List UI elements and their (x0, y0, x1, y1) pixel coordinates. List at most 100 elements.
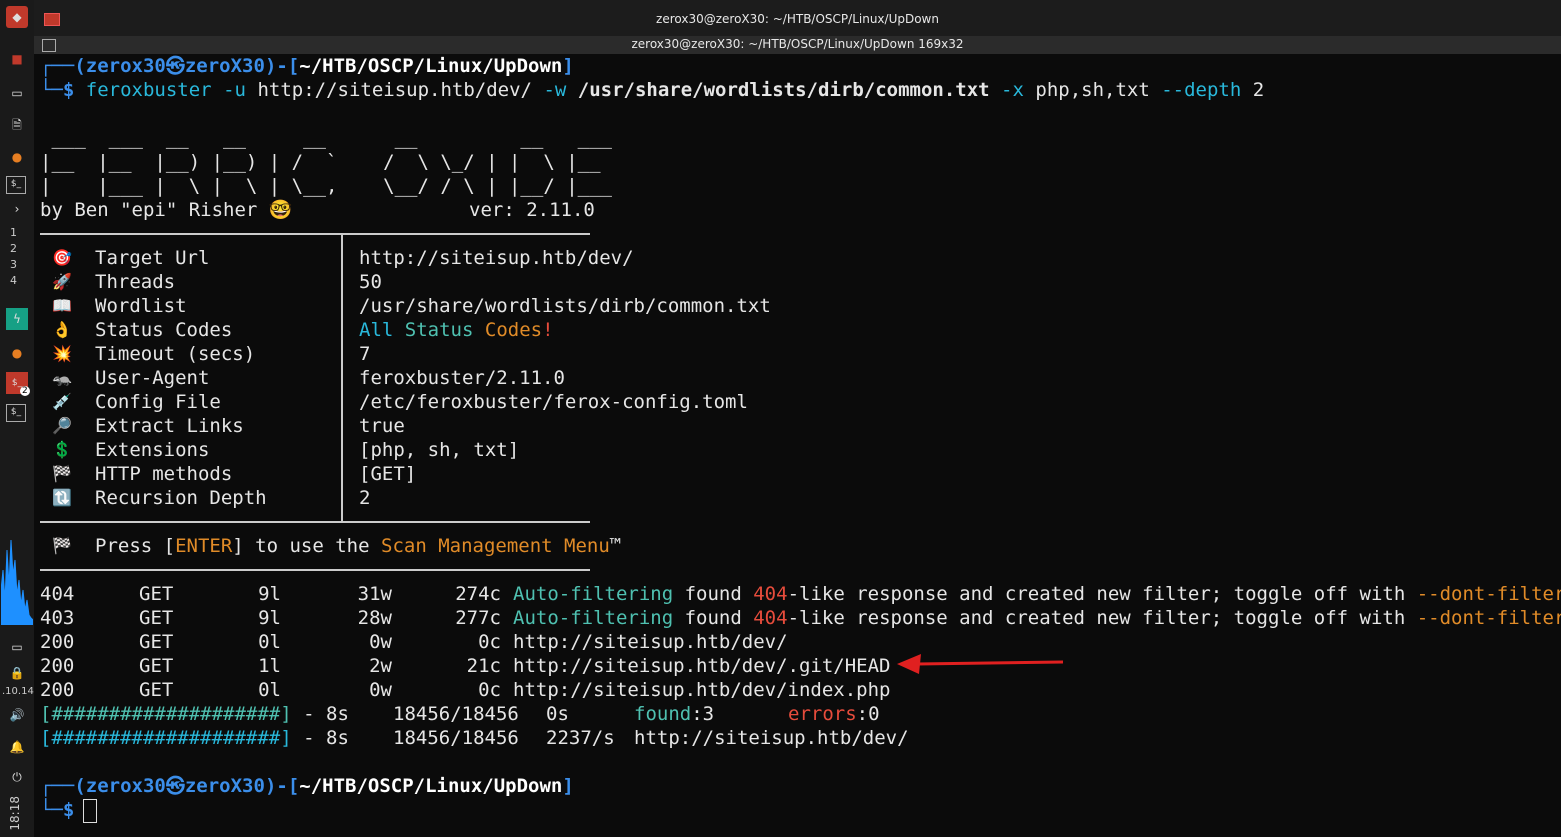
result-url[interactable]: http://siteisup.htb/dev/.git/HEAD (513, 654, 891, 678)
progress-line-1: [####################] - 8s (40, 703, 349, 725)
bolt-app-icon[interactable]: ϟ (6, 308, 28, 330)
config-value: All Status Codes! (359, 319, 554, 341)
square-app-icon[interactable]: ■ (6, 48, 28, 70)
config-label: User-Agent (95, 367, 210, 389)
result-message: Auto-filtering found 404-like response a… (513, 607, 1561, 629)
result-words: 0w (369, 679, 392, 701)
config-icon: 🔎 (52, 416, 72, 435)
result-chars: 274c (455, 583, 501, 605)
result-lines: 9l (258, 607, 281, 629)
config-value: feroxbuster/2.11.0 (359, 367, 565, 389)
config-icon: 🦡 (52, 368, 72, 387)
workspace-1[interactable]: 1 (10, 226, 17, 239)
config-label: HTTP methods (95, 463, 233, 485)
config-icon: 📖 (52, 296, 72, 315)
config-label: Config File (95, 391, 221, 413)
config-icon: 👌 (52, 320, 72, 339)
result-lines: 1l (258, 655, 281, 677)
result-url[interactable]: http://siteisup.htb/dev/ (513, 630, 788, 654)
config-value: 50 (359, 271, 382, 293)
file-manager-icon[interactable]: ▭ (6, 82, 28, 104)
result-method: GET (139, 631, 174, 653)
config-label: Timeout (secs) (95, 343, 256, 365)
clock: 18:18 (8, 796, 22, 831)
window-title: zerox30@zeroX30: ~/HTB/OSCP/Linux/UpDown (656, 12, 939, 26)
progress-url-2: http://siteisup.htb/dev/ (634, 727, 909, 749)
taskbar: ◆ ■ ▭ 🗎 ● $_ › 1 2 3 4 ϟ ● $_ 2 $_ ▭ 🔒 .… (0, 0, 35, 837)
result-status-code: 404 (40, 583, 75, 605)
found-count: found:3 (634, 703, 715, 725)
config-icon: 🚀 (52, 272, 72, 291)
banner-author: by Ben "epi" Risher 🤓 (40, 199, 293, 221)
config-value: 7 (359, 343, 371, 365)
result-words: 28w (357, 607, 392, 629)
annotation-arrow-icon (897, 654, 1064, 674)
result-chars: 0c (478, 679, 501, 701)
result-method: GET (139, 583, 174, 605)
notification-bell-icon[interactable]: 🔔 (6, 736, 28, 758)
banner-art-2: |__ |__ |__) |__) | / ` / \ \_/ | | \ |_… (40, 151, 601, 173)
config-value: [php, sh, txt] (359, 439, 520, 461)
press-enter-hint: Press [ENTER] to use the Scan Management… (95, 535, 622, 557)
divider-vertical (341, 235, 343, 521)
ip-address: .10.14 (2, 686, 34, 697)
config-label: Extract Links (95, 415, 244, 437)
result-status-code: 403 (40, 607, 75, 629)
result-lines: 9l (258, 583, 281, 605)
config-label: Status Codes (95, 319, 233, 341)
terminal-icon[interactable]: $_ (6, 176, 26, 194)
banner-art-1: ___ ___ __ __ __ __ __ ___ (40, 127, 612, 149)
progress-line-2: [####################] - 8s (40, 727, 349, 749)
result-words: 31w (357, 583, 392, 605)
lock-icon[interactable]: 🔒 (6, 662, 28, 684)
result-method: GET (139, 607, 174, 629)
workspace-4[interactable]: 4 (10, 274, 17, 287)
config-value: /etc/feroxbuster/ferox-config.toml (359, 391, 748, 413)
result-chars: 0c (478, 631, 501, 653)
prompt-line-2: ┌──(zerox30㉿zeroX30)-[~/HTB/OSCP/Linux/U… (40, 775, 574, 797)
firefox-icon[interactable]: ● (6, 146, 28, 168)
result-words: 2w (369, 655, 392, 677)
command-line: └─$ feroxbuster -u http://siteisup.htb/d… (40, 79, 1265, 101)
result-url[interactable]: http://siteisup.htb/dev/index.php (513, 678, 891, 702)
firefox-window-icon[interactable]: ● (6, 342, 28, 364)
input-line[interactable]: └─$ (40, 798, 74, 822)
workspace-3[interactable]: 3 (10, 258, 17, 271)
result-chars: 21c (466, 655, 501, 677)
divider-middle (40, 521, 590, 523)
result-method: GET (139, 679, 174, 701)
config-label: Recursion Depth (95, 487, 267, 509)
result-status-code: 200 (40, 655, 75, 677)
config-value: http://siteisup.htb/dev/ (359, 247, 634, 269)
document-icon[interactable]: 🗎 (6, 114, 28, 136)
window-count-badge: 2 (20, 386, 30, 396)
banner-art-3: | |___ | \ | \ | \__, \__/ / \ | |__/ |_… (40, 175, 612, 197)
config-label: Target Url (95, 247, 210, 269)
flag-icon: 🏁 (52, 536, 72, 555)
workspace-2[interactable]: 2 (10, 242, 17, 255)
config-label: Threads (95, 271, 176, 293)
prompt-line: ┌──(zerox30㉿zeroX30)-[~/HTB/OSCP/Linux/U… (40, 55, 574, 77)
result-message: Auto-filtering found 404-like response a… (513, 583, 1561, 605)
banner-version: ver: 2.11.0 (469, 199, 595, 221)
result-status-code: 200 (40, 631, 75, 653)
progress-count-2: 18456/18456 (393, 727, 519, 749)
error-count: errors:0 (788, 703, 880, 725)
config-value: [GET] (359, 463, 417, 485)
divider-bottom (40, 569, 590, 571)
kali-menu-icon[interactable]: ◆ (6, 6, 28, 28)
config-value: /usr/share/wordlists/dirb/common.txt (359, 295, 771, 317)
volume-icon[interactable]: 🔊 (6, 704, 28, 726)
display-icon[interactable]: ▭ (6, 636, 28, 658)
result-method: GET (139, 655, 174, 677)
chevron-right-icon[interactable]: › (6, 198, 28, 220)
config-icon: 💥 (52, 344, 72, 363)
progress-rate-1: 0s (546, 703, 569, 725)
text-cursor (83, 799, 97, 823)
power-icon[interactable]: ⏻ (6, 766, 28, 788)
config-icon: 💲 (52, 440, 72, 459)
terminal-window-2-icon[interactable]: $_ (6, 404, 26, 422)
result-status-code: 200 (40, 679, 75, 701)
progress-count-1: 18456/18456 (393, 703, 519, 725)
config-icon: 🏁 (52, 464, 72, 483)
